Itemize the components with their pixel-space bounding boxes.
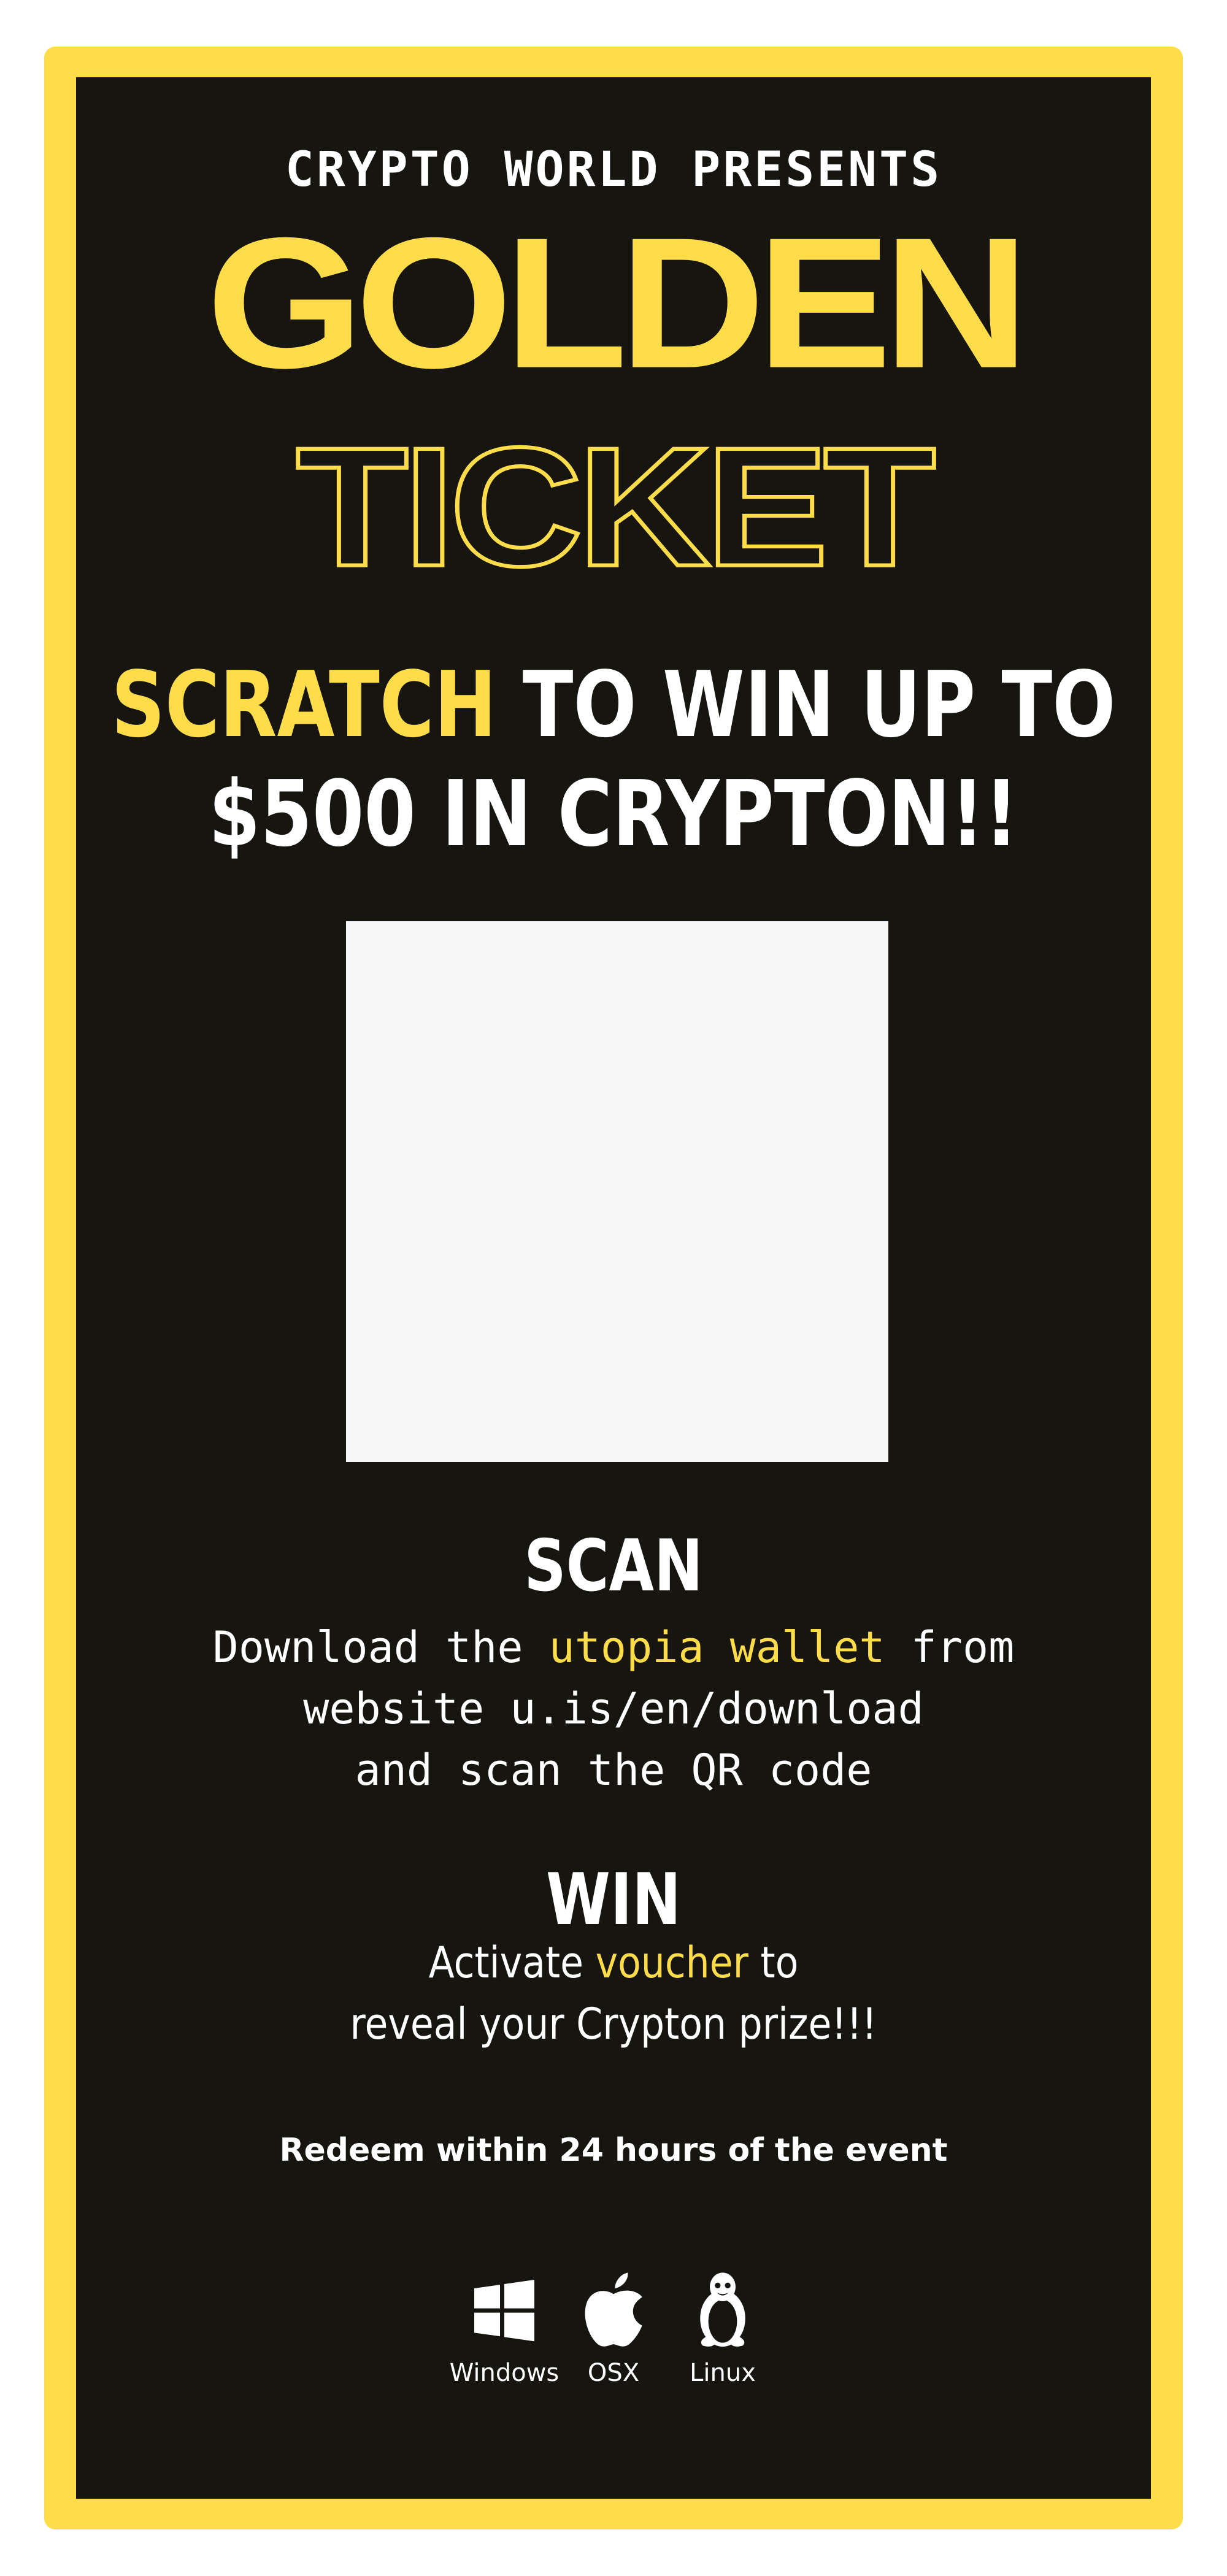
win-line-2: reveal your Crypton prize!!! [350,1999,877,2049]
headline-line-1-rest: TO WIN UP TO [496,652,1116,757]
platform-label-osx: OSX [587,2359,640,2387]
scan-highlight: utopia wallet [548,1622,885,1673]
title-ticket: TICKET [294,412,938,602]
apple-icon [585,2272,642,2347]
headline: SCRATCH TO WIN UP TO $500 IN CRYPTON!! [110,650,1117,868]
title-golden: GOLDEN [206,198,1029,407]
win-instructions: Activate voucher to reveal your Crypton … [74,1932,1153,2055]
platform-label-linux: Linux [690,2359,756,2387]
redeem-note: Redeem within 24 hours of the event [279,2132,948,2169]
win-line-1: Activate voucher to [74,1932,1153,1993]
scan-line-3: and scan the QR code [355,1745,872,1795]
presenter-text: CRYPTO WORLD PRESENTS [285,142,942,197]
win-highlight: voucher [595,1938,748,1988]
scan-instructions: Download the utopia wallet from website … [0,1617,1227,1801]
linux-penguin-icon [700,2272,745,2347]
scan-title: SCAN [524,1525,703,1608]
headline-accent-word: SCRATCH [111,652,497,757]
scan-line-2: website u.is/en/download [303,1684,924,1734]
platform-label-windows: Windows [449,2359,560,2387]
headline-line-2: $500 IN CRYPTON!! [209,761,1018,867]
win-text-after: to [748,1938,799,1988]
platform-osx: OSX [564,2267,663,2387]
scan-text-after: from [885,1622,1015,1673]
headline-line-1: SCRATCH TO WIN UP TO [110,650,1117,759]
scratch-area[interactable] [346,921,888,1462]
platform-windows: Windows [450,2267,559,2387]
windows-icon [474,2280,534,2342]
platform-linux: Linux [674,2267,772,2387]
scan-text-before: Download the [212,1622,549,1673]
win-text-before: Activate [428,1938,596,1988]
win-title: WIN [546,1858,681,1941]
scan-line-1: Download the utopia wallet from [0,1617,1227,1678]
platform-list: Windows OSX Linux [0,2267,1227,2387]
